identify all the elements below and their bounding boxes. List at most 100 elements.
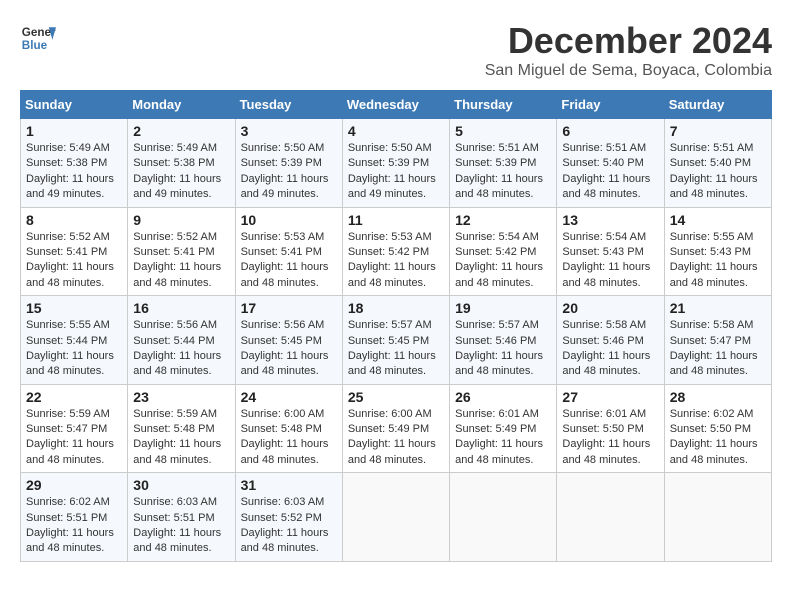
day-detail: Sunrise: 5:53 AMSunset: 5:42 PMDaylight:…: [348, 231, 436, 289]
calendar-cell: 25 Sunrise: 6:00 AMSunset: 5:49 PMDaylig…: [342, 384, 449, 473]
calendar-week-3: 15 Sunrise: 5:55 AMSunset: 5:44 PMDaylig…: [21, 296, 772, 385]
calendar-cell: 22 Sunrise: 5:59 AMSunset: 5:47 PMDaylig…: [21, 384, 128, 473]
calendar-cell: 23 Sunrise: 5:59 AMSunset: 5:48 PMDaylig…: [128, 384, 235, 473]
day-number: 16: [133, 300, 229, 316]
day-detail: Sunrise: 6:01 AMSunset: 5:50 PMDaylight:…: [562, 408, 650, 466]
day-detail: Sunrise: 5:54 AMSunset: 5:43 PMDaylight:…: [562, 231, 650, 289]
calendar-cell: 7 Sunrise: 5:51 AMSunset: 5:40 PMDayligh…: [664, 119, 771, 208]
calendar-cell: 15 Sunrise: 5:55 AMSunset: 5:44 PMDaylig…: [21, 296, 128, 385]
column-header-sunday: Sunday: [21, 91, 128, 119]
day-detail: Sunrise: 5:57 AMSunset: 5:45 PMDaylight:…: [348, 319, 436, 377]
calendar-cell: 20 Sunrise: 5:58 AMSunset: 5:46 PMDaylig…: [557, 296, 664, 385]
day-number: 6: [562, 123, 658, 139]
calendar-cell: 12 Sunrise: 5:54 AMSunset: 5:42 PMDaylig…: [450, 207, 557, 296]
calendar-week-2: 8 Sunrise: 5:52 AMSunset: 5:41 PMDayligh…: [21, 207, 772, 296]
day-detail: Sunrise: 6:02 AMSunset: 5:51 PMDaylight:…: [26, 496, 114, 554]
calendar-week-4: 22 Sunrise: 5:59 AMSunset: 5:47 PMDaylig…: [21, 384, 772, 473]
day-number: 26: [455, 389, 551, 405]
day-number: 8: [26, 212, 122, 228]
column-header-thursday: Thursday: [450, 91, 557, 119]
column-header-wednesday: Wednesday: [342, 91, 449, 119]
day-number: 7: [670, 123, 766, 139]
day-number: 28: [670, 389, 766, 405]
day-number: 25: [348, 389, 444, 405]
logo: General Blue: [20, 20, 56, 56]
day-detail: Sunrise: 5:51 AMSunset: 5:40 PMDaylight:…: [562, 142, 650, 200]
day-detail: Sunrise: 5:51 AMSunset: 5:40 PMDaylight:…: [670, 142, 758, 200]
calendar-cell: [664, 473, 771, 562]
page-header: General Blue December 2024 San Miguel de…: [20, 20, 772, 80]
logo-icon: General Blue: [20, 20, 56, 56]
day-detail: Sunrise: 6:03 AMSunset: 5:51 PMDaylight:…: [133, 496, 221, 554]
column-header-tuesday: Tuesday: [235, 91, 342, 119]
calendar-week-5: 29 Sunrise: 6:02 AMSunset: 5:51 PMDaylig…: [21, 473, 772, 562]
calendar-cell: [450, 473, 557, 562]
day-detail: Sunrise: 5:51 AMSunset: 5:39 PMDaylight:…: [455, 142, 543, 200]
day-number: 17: [241, 300, 337, 316]
calendar-cell: 24 Sunrise: 6:00 AMSunset: 5:48 PMDaylig…: [235, 384, 342, 473]
day-detail: Sunrise: 5:59 AMSunset: 5:47 PMDaylight:…: [26, 408, 114, 466]
day-detail: Sunrise: 5:54 AMSunset: 5:42 PMDaylight:…: [455, 231, 543, 289]
calendar-cell: 16 Sunrise: 5:56 AMSunset: 5:44 PMDaylig…: [128, 296, 235, 385]
calendar-cell: 3 Sunrise: 5:50 AMSunset: 5:39 PMDayligh…: [235, 119, 342, 208]
day-detail: Sunrise: 5:56 AMSunset: 5:44 PMDaylight:…: [133, 319, 221, 377]
day-number: 20: [562, 300, 658, 316]
column-headers: SundayMondayTuesdayWednesdayThursdayFrid…: [21, 91, 772, 119]
day-number: 14: [670, 212, 766, 228]
day-detail: Sunrise: 5:52 AMSunset: 5:41 PMDaylight:…: [133, 231, 221, 289]
day-number: 3: [241, 123, 337, 139]
day-number: 2: [133, 123, 229, 139]
calendar-cell: 31 Sunrise: 6:03 AMSunset: 5:52 PMDaylig…: [235, 473, 342, 562]
day-number: 12: [455, 212, 551, 228]
day-detail: Sunrise: 5:56 AMSunset: 5:45 PMDaylight:…: [241, 319, 329, 377]
calendar-cell: 21 Sunrise: 5:58 AMSunset: 5:47 PMDaylig…: [664, 296, 771, 385]
calendar-cell: 27 Sunrise: 6:01 AMSunset: 5:50 PMDaylig…: [557, 384, 664, 473]
calendar-cell: 4 Sunrise: 5:50 AMSunset: 5:39 PMDayligh…: [342, 119, 449, 208]
column-header-friday: Friday: [557, 91, 664, 119]
day-number: 30: [133, 477, 229, 493]
calendar-cell: 2 Sunrise: 5:49 AMSunset: 5:38 PMDayligh…: [128, 119, 235, 208]
calendar-subtitle: San Miguel de Sema, Boyaca, Colombia: [485, 62, 772, 80]
day-number: 18: [348, 300, 444, 316]
calendar-cell: 14 Sunrise: 5:55 AMSunset: 5:43 PMDaylig…: [664, 207, 771, 296]
calendar-cell: 10 Sunrise: 5:53 AMSunset: 5:41 PMDaylig…: [235, 207, 342, 296]
calendar-cell: 5 Sunrise: 5:51 AMSunset: 5:39 PMDayligh…: [450, 119, 557, 208]
day-detail: Sunrise: 5:50 AMSunset: 5:39 PMDaylight:…: [241, 142, 329, 200]
calendar-cell: [342, 473, 449, 562]
day-detail: Sunrise: 5:55 AMSunset: 5:44 PMDaylight:…: [26, 319, 114, 377]
day-detail: Sunrise: 5:58 AMSunset: 5:47 PMDaylight:…: [670, 319, 758, 377]
calendar-cell: 26 Sunrise: 6:01 AMSunset: 5:49 PMDaylig…: [450, 384, 557, 473]
day-number: 31: [241, 477, 337, 493]
day-number: 19: [455, 300, 551, 316]
day-detail: Sunrise: 5:57 AMSunset: 5:46 PMDaylight:…: [455, 319, 543, 377]
calendar-cell: 13 Sunrise: 5:54 AMSunset: 5:43 PMDaylig…: [557, 207, 664, 296]
day-detail: Sunrise: 6:03 AMSunset: 5:52 PMDaylight:…: [241, 496, 329, 554]
calendar-cell: 11 Sunrise: 5:53 AMSunset: 5:42 PMDaylig…: [342, 207, 449, 296]
day-number: 24: [241, 389, 337, 405]
day-detail: Sunrise: 5:59 AMSunset: 5:48 PMDaylight:…: [133, 408, 221, 466]
day-detail: Sunrise: 6:02 AMSunset: 5:50 PMDaylight:…: [670, 408, 758, 466]
calendar-cell: 30 Sunrise: 6:03 AMSunset: 5:51 PMDaylig…: [128, 473, 235, 562]
calendar-cell: 18 Sunrise: 5:57 AMSunset: 5:45 PMDaylig…: [342, 296, 449, 385]
calendar-cell: 19 Sunrise: 5:57 AMSunset: 5:46 PMDaylig…: [450, 296, 557, 385]
day-number: 9: [133, 212, 229, 228]
day-detail: Sunrise: 5:52 AMSunset: 5:41 PMDaylight:…: [26, 231, 114, 289]
day-number: 22: [26, 389, 122, 405]
calendar-table: SundayMondayTuesdayWednesdayThursdayFrid…: [20, 90, 772, 562]
day-detail: Sunrise: 5:49 AMSunset: 5:38 PMDaylight:…: [133, 142, 221, 200]
calendar-cell: 6 Sunrise: 5:51 AMSunset: 5:40 PMDayligh…: [557, 119, 664, 208]
calendar-cell: [557, 473, 664, 562]
calendar-cell: 1 Sunrise: 5:49 AMSunset: 5:38 PMDayligh…: [21, 119, 128, 208]
day-detail: Sunrise: 6:01 AMSunset: 5:49 PMDaylight:…: [455, 408, 543, 466]
day-detail: Sunrise: 5:49 AMSunset: 5:38 PMDaylight:…: [26, 142, 114, 200]
day-number: 21: [670, 300, 766, 316]
title-section: December 2024 San Miguel de Sema, Boyaca…: [485, 20, 772, 80]
day-number: 10: [241, 212, 337, 228]
day-number: 27: [562, 389, 658, 405]
day-number: 13: [562, 212, 658, 228]
calendar-cell: 8 Sunrise: 5:52 AMSunset: 5:41 PMDayligh…: [21, 207, 128, 296]
column-header-saturday: Saturday: [664, 91, 771, 119]
day-number: 11: [348, 212, 444, 228]
svg-text:Blue: Blue: [22, 39, 48, 52]
calendar-cell: 28 Sunrise: 6:02 AMSunset: 5:50 PMDaylig…: [664, 384, 771, 473]
